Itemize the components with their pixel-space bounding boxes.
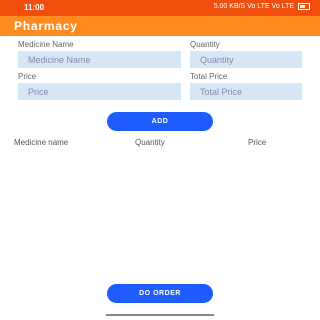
header-price: Price: [248, 138, 267, 147]
add-button[interactable]: ADD: [107, 112, 213, 131]
do-order-button[interactable]: DO ORDER: [107, 284, 213, 303]
status-time: 11:00: [24, 3, 45, 12]
total-price-label: Total Price: [190, 72, 228, 81]
header-medicine-name: Medicine name: [14, 138, 69, 147]
price-input[interactable]: [18, 83, 181, 100]
home-indicator: [106, 314, 214, 316]
medicine-name-input[interactable]: [18, 51, 181, 68]
quantity-input[interactable]: [190, 51, 302, 68]
status-indicators: 5.00 KB/S Vo LTE Vo LTE: [214, 3, 310, 10]
medicine-name-label: Medicine Name: [18, 40, 74, 49]
header-quantity: Quantity: [135, 138, 165, 147]
price-label: Price: [18, 72, 37, 81]
quantity-label: Quantity: [190, 40, 220, 49]
network-indicators: 5.00 KB/S Vo LTE Vo LTE: [213, 3, 294, 10]
app-bar: Pharmacy: [0, 16, 320, 36]
battery-icon: [298, 3, 310, 10]
status-bar: 11:00 5.00 KB/S Vo LTE Vo LTE: [0, 0, 320, 16]
app-title: Pharmacy: [14, 19, 78, 33]
total-price-input[interactable]: [190, 83, 302, 100]
